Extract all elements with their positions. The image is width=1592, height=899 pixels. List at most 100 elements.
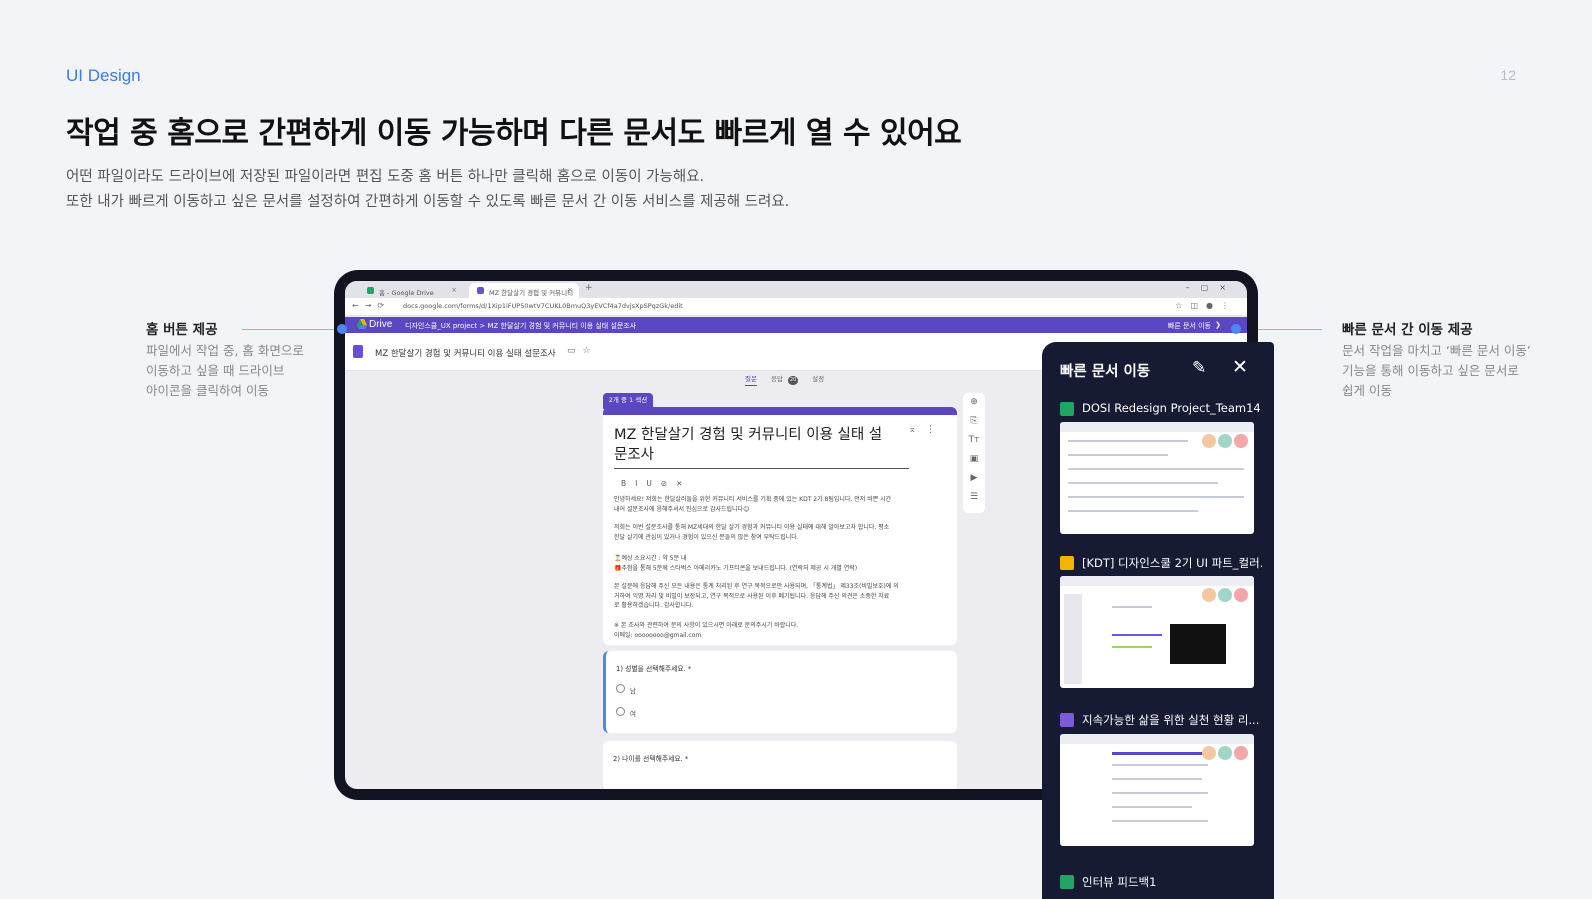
address-bar: ←→⟳ docs.google.com/forms/d/1Xip1iFUP50w… [345,298,1247,316]
drive-nav-bar: Drive 디자인스쿨_UX project > MZ 한달살기 경험 및 커뮤… [345,317,1247,333]
radio-label: 남 [630,687,636,695]
browser-tab-strip: 홈 - Google Drive × MZ 한달살기 경험 및 커뮤니티 × +… [345,281,1247,298]
thumb-line [1068,510,1198,512]
thumb-line [1112,806,1192,808]
slides-icon [1060,556,1074,570]
desc-line: ※ 본 조사와 관련하여 문의 사항이 있으시면 아래로 문의주시기 바랍니다. [614,622,799,629]
callout-line: 기능을 통해 이동하고 싶은 문서로 [1342,363,1519,378]
callout-home-text: 파일에서 작업 중, 홈 화면으로 이동하고 싶을 때 드라이브 아이콘을 클릭… [146,341,304,401]
question-card[interactable]: 1) 성별을 선택해주세요. * 남 여 [603,651,957,733]
quick-item-label[interactable]: 지속가능한 삶을 위한 실천 현황 리... [1082,712,1262,728]
add-title-icon[interactable]: Tт [963,431,985,450]
page-number: 12 [1500,67,1516,83]
quick-item-label[interactable]: DOSI Redesign Project_Team14 [1082,401,1262,415]
form-doc-title[interactable]: MZ 한달살기 경험 및 커뮤니티 이용 실태 설문조사 [375,347,556,359]
description-line: 어떤 파일이라도 드라이브에 저장된 파일이라면 편집 도중 홈 버튼 하나만 … [66,169,705,185]
breadcrumb[interactable]: 디자인스쿨_UX project > MZ 한달살기 경험 및 커뮤니티 이용 … [405,321,636,331]
tab-label: MZ 한달살기 경험 및 커뮤니티 [489,289,574,297]
window-controls[interactable]: –▢× [1186,283,1237,292]
quick-item-thumbnail[interactable] [1060,576,1254,688]
thumb-line [1112,606,1152,608]
form-title-line: MZ 한달살기 경험 및 커뮤니티 이용 실태 설 [614,427,883,443]
quick-item-label[interactable]: [KDT] 디자인스쿨 2기 UI 파트_컬러... [1082,555,1262,571]
url-field[interactable]: docs.google.com/forms/d/1Xip1iFUP50wtV7C… [403,302,683,310]
quick-item-thumbnail[interactable] [1060,734,1254,846]
quick-move-button[interactable]: 빠른 문서 이동 [1168,321,1211,331]
add-image-icon[interactable]: ▣ [963,450,985,469]
radio-option[interactable] [616,684,625,693]
avatar [1218,588,1232,602]
import-question-icon[interactable]: ⎘ [963,412,985,431]
add-question-icon[interactable]: ⊕ [963,393,985,412]
callout-line: 이동하고 싶을 때 드라이브 [146,363,285,378]
form-title-card[interactable]: MZ 한달살기 경험 및 커뮤니티 이용 실태 설 문조사 ⌅⋮ BIU⊘✕ 안… [603,407,957,645]
format-toolbar[interactable]: BIU⊘✕ [621,479,691,488]
add-video-icon[interactable]: ▶ [963,469,985,488]
thumb-line [1112,792,1208,794]
form-title[interactable]: MZ 한달살기 경험 및 커뮤니티 이용 실태 설 문조사 [614,425,909,469]
browser-tab-form[interactable]: MZ 한달살기 경험 및 커뮤니티 × [469,283,579,298]
callout-connector [242,329,348,330]
add-section-icon[interactable]: ☰ [963,488,985,507]
close-icon[interactable]: × [451,286,457,294]
desc-line: 한달 살기에 관심이 있거나 경험이 있으신 분들의 많은 참여 부탁드립니다. [614,533,799,541]
avatar [1218,434,1232,448]
form-description: ※ 본 조사와 관련하여 문의 사항이 있으시면 아래로 문의주시기 바랍니다.… [614,621,944,640]
quick-item-thumbnail[interactable] [1060,422,1254,534]
quick-item-label[interactable]: 인터뷰 피드백1 [1082,874,1262,890]
new-tab-icon[interactable]: + [585,283,593,293]
thumb-line [1112,634,1162,636]
drive-home-button[interactable]: Drive [369,319,392,330]
avatar [1202,434,1216,448]
drive-home-icon[interactable] [357,319,367,329]
desc-line: 본 설문에 응답해 주신 모든 내용은 통계 처리된 후 연구 목적으로만 사용… [614,583,899,590]
form-description: 안녕하세요! 저희는 한달살러들을 위한 커뮤니티 서비스를 기획 중에 있는 … [614,495,944,514]
question-card[interactable]: 2) 나이를 선택해주세요. * [603,741,957,789]
browser-tab-drive[interactable]: 홈 - Google Drive × [359,283,463,298]
close-icon[interactable]: ✕ [1232,356,1248,378]
forms-icon [353,345,363,358]
thumb-line [1112,820,1208,822]
nav-buttons[interactable]: ←→⟳ [352,301,390,310]
close-icon[interactable]: × [567,286,573,294]
tab-settings[interactable]: 설정 [812,375,824,383]
desc-line: 이메일: oooooooo@gmail.com [614,631,702,639]
form-side-toolbar: ⊕ ⎘ Tт ▣ ▶ ☰ [963,393,985,513]
callout-quick-title: 빠른 문서 간 이동 제공 [1342,322,1473,338]
tab-label: 홈 - Google Drive [379,289,434,297]
card-menu-icon[interactable]: ⌅⋮ [908,425,945,435]
thumb-toolbar [1060,734,1254,744]
callout-line: 파일에서 작업 중, 홈 화면으로 [146,343,304,358]
sheets-icon [1060,875,1074,889]
browser-actions[interactable]: ☆◫●⋮ [1175,301,1237,310]
thumb-toolbar [1060,576,1254,586]
avatar [1202,588,1216,602]
avatar [1234,434,1248,448]
desc-line: 내어 설문조사에 응해주셔서 진심으로 감사드립니다😊 [614,505,750,513]
thumb-sidebar [1064,594,1082,684]
response-count-badge: 20 [788,376,799,385]
description-line: 또한 내가 빠르게 이동하고 싶은 문서를 설정하여 간편하게 이동할 수 있도… [66,194,790,210]
callout-line: 쉽게 이동 [1342,383,1392,398]
page-title: 작업 중 홈으로 간편하게 이동 가능하며 다른 문서도 빠르게 열 수 있어요 [66,116,962,151]
folder-star-icons[interactable]: ▭☆ [567,346,598,356]
avatar [1202,746,1216,760]
callout-dot [1231,324,1241,334]
form-tabs: 질문 응답 20 설정 [745,373,836,386]
tab-questions[interactable]: 질문 [745,375,757,386]
sheets-icon [1060,402,1074,416]
radio-option[interactable] [616,707,625,716]
thumb-line [1112,778,1202,780]
thumb-line [1068,482,1218,484]
callout-dot [337,324,347,334]
chevron-right-icon[interactable]: ❯ [1215,321,1221,329]
thumb-line [1068,454,1168,456]
form-title-line: 문조사 [614,447,655,463]
avatar [1218,746,1232,760]
quick-move-panel: 빠른 문서 이동 ✎ ✕ DOSI Redesign Project_Team1… [1042,342,1274,899]
thumb-line [1112,646,1152,648]
edit-icon[interactable]: ✎ [1192,358,1206,378]
tab-responses[interactable]: 응답 [771,375,783,383]
thumb-line [1068,440,1188,442]
desc-line: ⏳예상 소요시간 : 약 5분 내 [614,555,687,562]
